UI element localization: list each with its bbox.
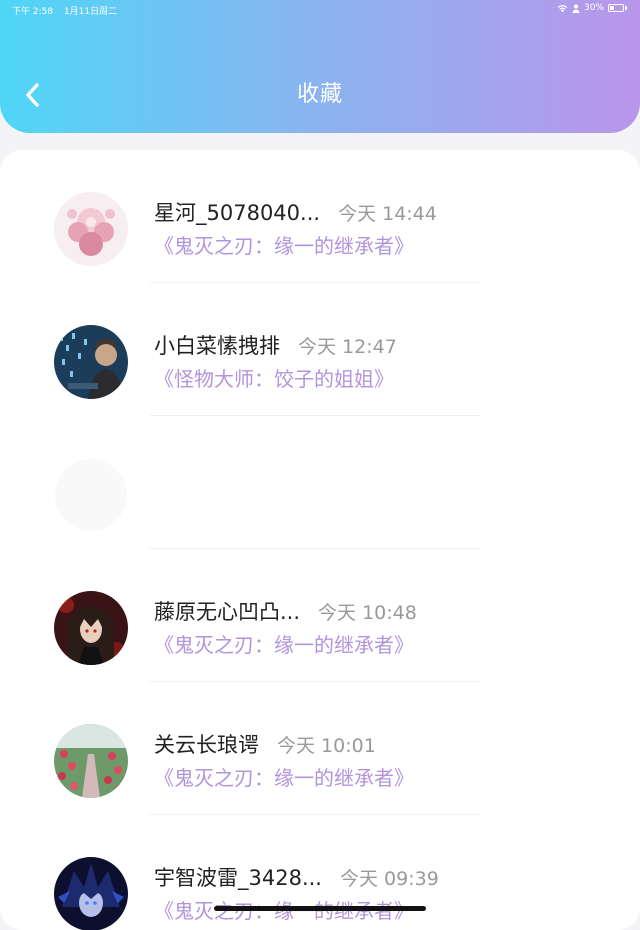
- hacker-man-avatar: [54, 325, 128, 399]
- status-left: 下午 2:58 1月11日周二: [12, 4, 125, 17]
- list-item[interactable]: 关云长琅谔 今天 10:01 《鬼灭之刃：缘一的继承者》: [0, 682, 640, 815]
- name-line: 藤原无心凹凸... 今天 10:48: [154, 595, 417, 627]
- list-item[interactable]: 星河_5078040... 今天 14:44 《鬼灭之刃：缘一的继承者》: [0, 150, 640, 283]
- status-right: 30%: [557, 3, 628, 13]
- blue-anime-boy-avatar: [54, 857, 128, 930]
- battery-percent: 30%: [583, 3, 604, 13]
- home-indicator[interactable]: [214, 906, 426, 911]
- favorite-time: 今天 09:39: [339, 867, 439, 890]
- dark-hair-boy-avatar: [54, 591, 128, 665]
- status-bar: 下午 2:58 1月11日周二 30%: [0, 0, 640, 18]
- rose-garden-avatar: [54, 724, 128, 798]
- blank-avatar: [55, 459, 127, 531]
- favorite-time: 今天 10:48: [318, 601, 417, 624]
- work-title-link[interactable]: 《鬼灭之刃：缘一的继承者》: [154, 895, 414, 927]
- favorite-time: 今天 10:01: [277, 734, 376, 757]
- header-bar: 下午 2:58 1月11日周二 30% 收藏: [0, 0, 640, 133]
- battery-icon: [608, 3, 628, 13]
- avatar[interactable]: [54, 325, 128, 399]
- user-name: 藤原无心凹凸...: [154, 600, 301, 624]
- work-title-link[interactable]: 《鬼灭之刃：缘一的继承者》: [154, 629, 414, 661]
- avatar[interactable]: [54, 591, 128, 665]
- avatar[interactable]: [54, 458, 128, 532]
- name-line: 宇智波雷_3428... 今天 09:39: [154, 861, 439, 893]
- name-line: 关云长琅谔 今天 10:01: [154, 728, 376, 760]
- name-line: 小白菜愫拽排 今天 12:47: [154, 329, 397, 361]
- name-line: [154, 462, 172, 494]
- pink-flower-girl-avatar: [54, 192, 128, 266]
- avatar[interactable]: [54, 724, 128, 798]
- status-date: 1月11日周二: [63, 7, 118, 17]
- favorite-time: 今天 12:47: [298, 335, 397, 358]
- list-item[interactable]: [0, 416, 640, 549]
- wifi-icon: [557, 4, 568, 12]
- list-item[interactable]: 小白菜愫拽排 今天 12:47 《怪物大师：饺子的姐姐》: [0, 283, 640, 416]
- page-title: 收藏: [296, 82, 343, 107]
- favorite-time: 今天 14:44: [338, 202, 437, 225]
- list-item[interactable]: 宇智波雷_3428... 今天 09:39 《鬼灭之刃：缘一的继承者》: [0, 815, 640, 930]
- work-title-link[interactable]: 《鬼灭之刃：缘一的继承者》: [154, 230, 414, 262]
- work-title-link[interactable]: 《鬼灭之刃：缘一的继承者》: [154, 762, 414, 794]
- favorites-list: 星河_5078040... 今天 14:44 《鬼灭之刃：缘一的继承者》 小白菜…: [0, 150, 640, 930]
- avatar[interactable]: [54, 857, 128, 930]
- avatar[interactable]: [54, 192, 128, 266]
- user-name: 宇智波雷_3428...: [154, 866, 322, 890]
- user-name: 小白菜愫拽排: [154, 334, 280, 358]
- name-line: 星河_5078040... 今天 14:44: [154, 196, 437, 228]
- list-item[interactable]: 藤原无心凹凸... 今天 10:48 《鬼灭之刃：缘一的继承者》: [0, 549, 640, 682]
- status-time: 下午 2:58: [12, 7, 54, 17]
- work-title-link[interactable]: 《怪物大师：饺子的姐姐》: [154, 363, 394, 395]
- user-name: 星河_5078040...: [154, 201, 321, 225]
- person-icon: [572, 4, 580, 13]
- user-name: 关云长琅谔: [154, 733, 259, 757]
